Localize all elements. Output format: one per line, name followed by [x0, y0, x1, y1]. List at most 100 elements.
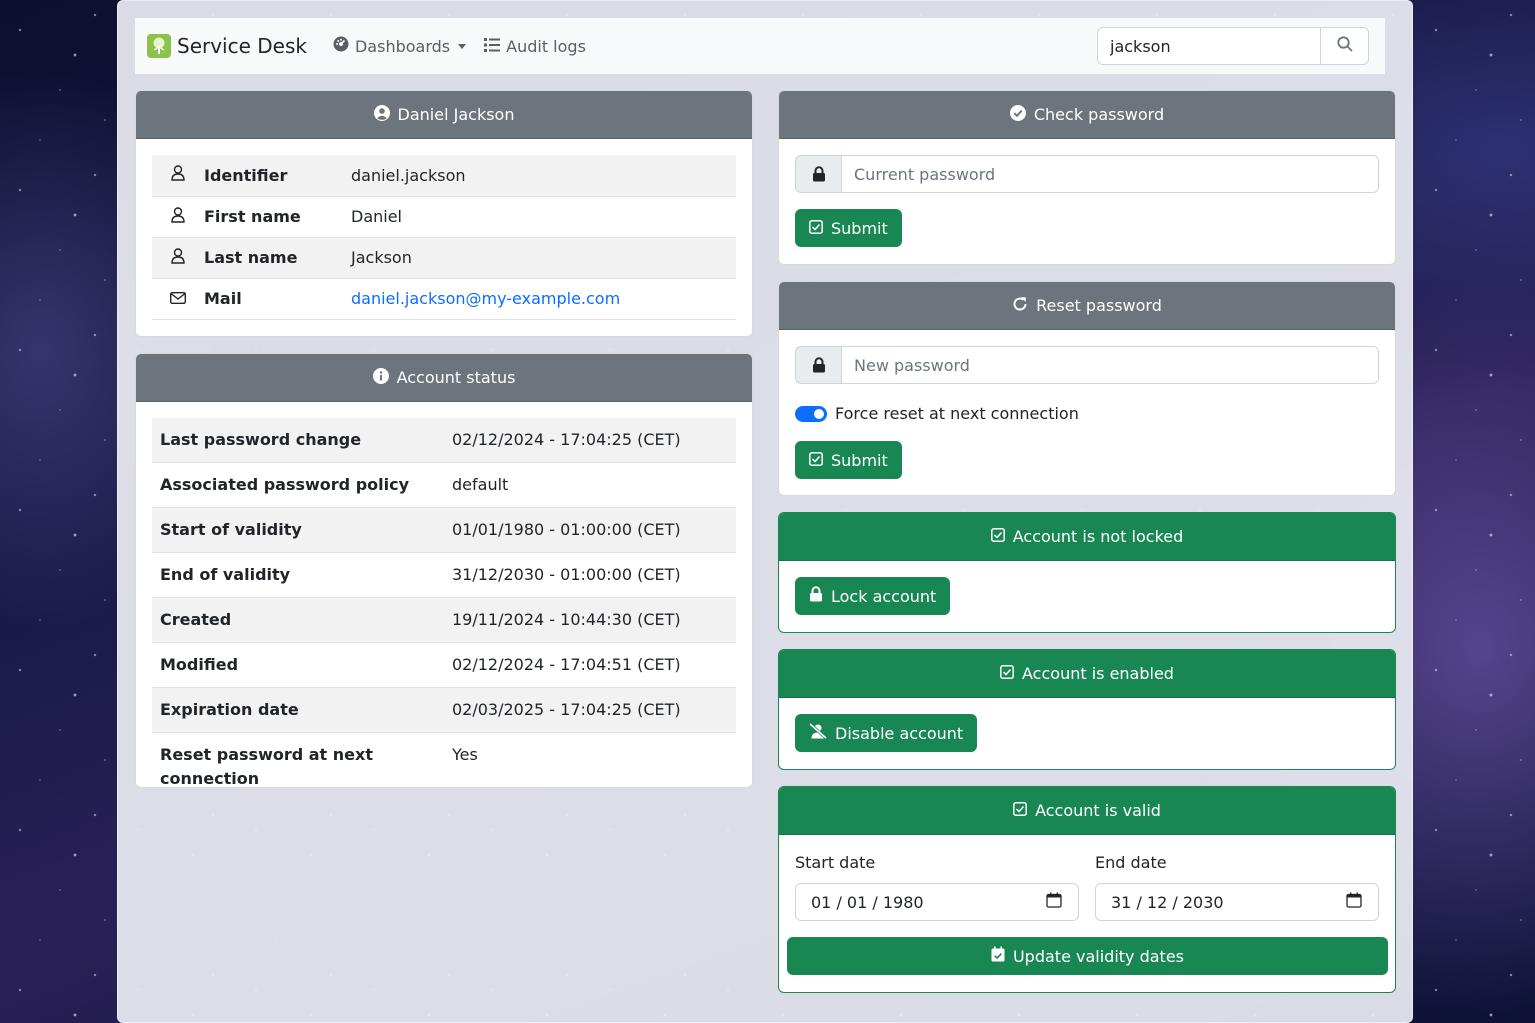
info-circle-icon — [372, 367, 389, 388]
envelope-icon — [152, 278, 204, 320]
lock-account-button[interactable]: Lock account — [795, 577, 951, 615]
update-validity-label: Update validity dates — [1012, 946, 1185, 966]
account-status-header: Account status — [136, 354, 752, 402]
validity-title: Account is valid — [1035, 801, 1161, 820]
lock-status-card: Account is not locked Lock account — [778, 512, 1396, 633]
search-button[interactable] — [1320, 27, 1369, 65]
row-label: End of validity — [152, 552, 444, 598]
end-date-value: 31 / 12 / 2030 — [1111, 892, 1224, 912]
new-password-group — [795, 346, 1379, 384]
reset-password-card: Reset password Force reset at next conne… — [778, 281, 1396, 496]
table-row: Mail daniel.jackson@my-example.com — [152, 278, 736, 320]
row-label: Expiration date — [152, 687, 444, 733]
lock-icon — [795, 346, 841, 384]
account-status-card: Account status Last password change 02/1… — [135, 353, 753, 788]
user-icon — [152, 155, 204, 197]
enable-status-card: Account is enabled Disable account — [778, 649, 1396, 770]
rotate-icon — [1012, 296, 1028, 316]
table-row: Identifier daniel.jackson — [152, 155, 736, 197]
row-label: Mail — [204, 278, 351, 320]
nav-dashboards[interactable]: Dashboards — [333, 36, 467, 56]
disable-account-button[interactable]: Disable account — [795, 714, 978, 752]
account-status-title: Account status — [396, 368, 516, 387]
row-value: 02/12/2024 - 17:04:25 (CET) — [444, 418, 736, 463]
nav-audit-logs[interactable]: Audit logs — [484, 37, 586, 56]
row-value: 19/11/2024 - 10:44:30 (CET) — [444, 597, 736, 643]
list-icon — [484, 37, 501, 56]
search-group — [1097, 27, 1369, 65]
start-date-col: Start date 01 / 01 / 1980 — [795, 851, 1079, 921]
navbar: Service Desk Dashboards Audit logs — [135, 18, 1385, 74]
row-value: Jackson — [351, 237, 736, 279]
table-row: Last password change 02/12/2024 - 17:04:… — [152, 418, 736, 463]
lock-status-title: Account is not locked — [1012, 527, 1184, 546]
check-square-icon — [1000, 664, 1014, 683]
caret-down-icon — [458, 43, 467, 49]
search-input[interactable] — [1097, 27, 1320, 65]
reset-password-submit-button[interactable]: Submit — [795, 441, 902, 479]
check-square-icon — [809, 451, 823, 470]
main-container: Service Desk Dashboards Audit logs jacks… — [117, 0, 1413, 1023]
check-password-title: Check password — [1033, 105, 1165, 124]
calendar-icon[interactable] — [1346, 892, 1362, 912]
row-value: default — [444, 462, 736, 508]
lock-icon — [795, 155, 841, 193]
force-reset-row: Force reset at next connection — [795, 404, 1379, 423]
table-row: Expiration date 02/03/2025 - 17:04:25 (C… — [152, 687, 736, 733]
start-date-value: 01 / 01 / 1980 — [811, 892, 924, 912]
end-date-input[interactable]: 31 / 12 / 2030 — [1095, 883, 1379, 921]
date-row: Start date 01 / 01 / 1980 End date 31 / … — [795, 851, 1379, 921]
user-circle-icon — [373, 104, 390, 125]
row-label: Start of validity — [152, 507, 444, 553]
update-validity-button[interactable]: Update validity dates — [787, 937, 1388, 975]
row-value: daniel.jackson@my-example.com — [351, 278, 736, 320]
row-label: Last name — [204, 237, 351, 279]
row-label: Associated password policy — [152, 462, 444, 508]
enable-status-header: Account is enabled — [779, 650, 1395, 698]
gauge-icon — [333, 36, 349, 56]
calendar-check-icon — [991, 946, 1005, 966]
submit-label: Submit — [831, 218, 888, 238]
start-date-input[interactable]: 01 / 01 / 1980 — [795, 883, 1079, 921]
calendar-icon[interactable] — [1046, 892, 1062, 912]
validity-card: Account is valid Start date 01 / 01 / 19… — [778, 786, 1396, 993]
row-value: 01/01/1980 - 01:00:00 (CET) — [444, 507, 736, 553]
enable-status-title: Account is enabled — [1022, 664, 1174, 683]
start-date-label: Start date — [795, 853, 876, 872]
table-row: Start of validity 01/01/1980 - 01:00:00 … — [152, 507, 736, 553]
brand[interactable]: Service Desk — [147, 34, 307, 58]
audit-logs-label: Audit logs — [506, 36, 586, 56]
brand-label: Service Desk — [177, 34, 307, 58]
user-card: Daniel Jackson Identifier daniel.jackson… — [135, 90, 753, 337]
row-label: Last password change — [152, 418, 444, 463]
row-value: 31/12/2030 - 01:00:00 (CET) — [444, 552, 736, 598]
table-row: Associated password policy default — [152, 462, 736, 508]
row-label: Modified — [152, 642, 444, 688]
mail-link[interactable]: daniel.jackson@my-example.com — [351, 289, 620, 308]
table-row: Last name Jackson — [152, 237, 736, 279]
user-icon — [152, 196, 204, 238]
table-row: End of validity 31/12/2030 - 01:00:00 (C… — [152, 552, 736, 598]
table-row: Reset password at next connection Yes — [152, 732, 736, 787]
identity-table: Identifier daniel.jackson First name Dan… — [152, 155, 736, 320]
check-square-icon — [990, 527, 1005, 546]
force-reset-label: Force reset at next connection — [835, 404, 1079, 423]
new-password-input[interactable] — [841, 346, 1379, 384]
search-icon — [1336, 36, 1353, 56]
lock-icon — [809, 586, 823, 606]
check-circle-icon — [1009, 104, 1026, 125]
row-value: daniel.jackson — [351, 155, 736, 197]
check-password-submit-button[interactable]: Submit — [795, 209, 902, 247]
table-row: Created 19/11/2024 - 10:44:30 (CET) — [152, 597, 736, 643]
check-password-card: Check password Submit — [778, 90, 1396, 265]
row-value: Yes — [444, 732, 736, 787]
table-row: Modified 02/12/2024 - 17:04:51 (CET) — [152, 642, 736, 688]
force-reset-toggle[interactable] — [795, 405, 827, 422]
current-password-input[interactable] — [841, 155, 1379, 193]
row-label: First name — [204, 196, 351, 238]
validity-header: Account is valid — [779, 787, 1395, 835]
row-value: Daniel — [351, 196, 736, 238]
user-slash-icon — [809, 722, 827, 743]
user-icon — [152, 237, 204, 279]
check-square-icon — [809, 219, 823, 238]
